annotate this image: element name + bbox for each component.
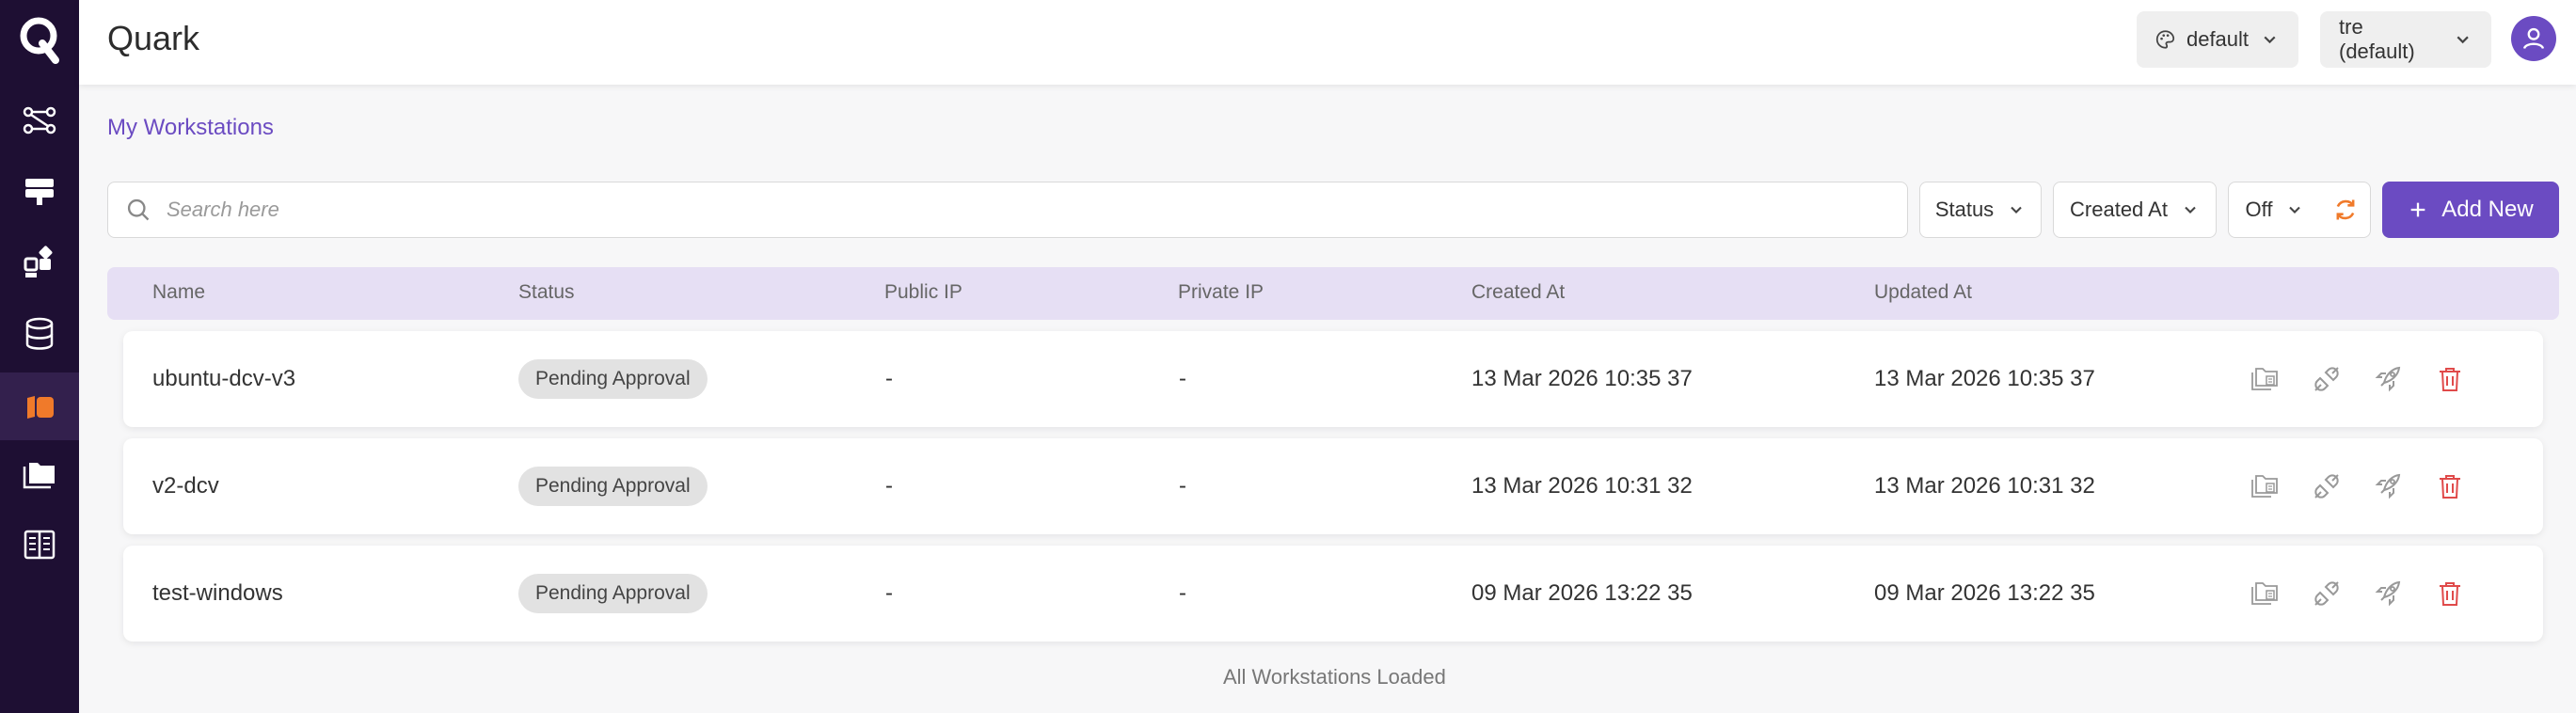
search-input[interactable]: [167, 198, 1860, 222]
public-ip: -: [885, 473, 893, 499]
nav-item-apps[interactable]: [0, 229, 79, 296]
delete-button[interactable]: [2432, 361, 2468, 397]
chevron-down-icon: [2185, 206, 2196, 214]
launch-button[interactable]: [2370, 361, 2406, 397]
project-label: tre (default): [2339, 15, 2415, 63]
launch-button[interactable]: [2370, 576, 2406, 611]
workstation-name: test-windows: [152, 580, 283, 606]
file-details-button[interactable]: [2247, 576, 2282, 611]
connect-icon: [2314, 367, 2339, 391]
delete-icon: [2440, 582, 2460, 606]
connect-button[interactable]: [2309, 361, 2345, 397]
table-header: Name Status Public IP Private IP Created…: [107, 267, 2559, 320]
search-bar: [107, 182, 1908, 238]
workstation-name: ubuntu-dcv-v3: [152, 366, 296, 391]
project-dropdown[interactable]: tre (default): [2320, 11, 2491, 68]
status-filter-label: Status: [1934, 198, 1995, 221]
private-ip: -: [1179, 473, 1186, 499]
nav-item-compute[interactable]: [0, 157, 79, 225]
theme-dropdown[interactable]: default: [2137, 11, 2298, 68]
nav-item-workstations[interactable]: [0, 372, 79, 440]
connect-button[interactable]: [2309, 576, 2345, 611]
chevron-down-icon: [2011, 206, 2022, 214]
refresh-icon: [2336, 199, 2354, 220]
chevron-down-icon: [2264, 36, 2276, 44]
file-details-icon: [2251, 582, 2278, 605]
nav-item-files[interactable]: [0, 441, 79, 509]
launch-icon: [2375, 473, 2401, 499]
file-details-icon: [2251, 368, 2278, 390]
breadcrumb[interactable]: My Workstations: [107, 115, 274, 141]
table-row[interactable]: ubuntu-dcv-v3 Pending Approval - - 13 Ma…: [123, 331, 2543, 427]
database-icon: [25, 317, 54, 350]
column-header-updated-at: Updated At: [1874, 281, 1972, 303]
created-at: 13 Mar 2026 10:31 32: [1471, 473, 1693, 499]
connect-icon: [2314, 474, 2339, 499]
nav-item-notebooks[interactable]: [0, 511, 79, 578]
table-row[interactable]: test-windows Pending Approval - - 09 Mar…: [123, 546, 2543, 642]
public-ip: -: [885, 580, 893, 606]
file-details-button[interactable]: [2247, 468, 2282, 504]
column-header-created-at: Created At: [1471, 281, 1566, 303]
private-ip: -: [1179, 580, 1186, 606]
created-filter-label: Created At: [2070, 198, 2168, 221]
quark-logo[interactable]: [0, 8, 79, 71]
delete-button[interactable]: [2432, 468, 2468, 504]
list-footer-status: All Workstations Loaded: [1223, 665, 1446, 689]
launch-icon: [2375, 580, 2401, 607]
workstation-name: v2-dcv: [152, 473, 219, 499]
status-badge: Pending Approval: [518, 574, 708, 613]
chevron-down-icon: [2457, 36, 2469, 44]
q-logo-icon: [20, 17, 59, 64]
add-new-button[interactable]: Add New: [2382, 182, 2559, 238]
auto-refresh-label: Off: [2245, 198, 2273, 221]
app-title: Quark: [107, 19, 200, 57]
delete-icon: [2440, 475, 2460, 499]
file-details-button[interactable]: [2247, 361, 2282, 397]
add-new-label: Add New: [2441, 197, 2534, 222]
column-header-status: Status: [518, 281, 575, 303]
nav-item-databases[interactable]: [0, 300, 79, 368]
plus-icon: [2410, 202, 2425, 217]
public-ip: -: [885, 366, 893, 391]
table-row[interactable]: v2-dcv Pending Approval - - 13 Mar 2026 …: [123, 438, 2543, 534]
delete-button[interactable]: [2432, 576, 2468, 611]
sidebar: [0, 0, 79, 713]
auto-refresh-dropdown[interactable]: Off: [2228, 182, 2322, 238]
column-header-name: Name: [152, 281, 206, 303]
status-badge: Pending Approval: [518, 359, 708, 399]
created-at: 09 Mar 2026 13:22 35: [1471, 580, 1693, 606]
status-badge: Pending Approval: [518, 467, 708, 506]
created-at: 13 Mar 2026 10:35 37: [1471, 366, 1693, 391]
nav-item-workflows[interactable]: [0, 87, 79, 154]
palette-icon: [2155, 30, 2175, 49]
column-header-public-ip: Public IP: [884, 281, 962, 303]
connect-icon: [2314, 581, 2339, 606]
user-avatar[interactable]: [2511, 16, 2556, 61]
compute-icon: [25, 179, 54, 205]
updated-at: 09 Mar 2026 13:22 35: [1874, 580, 2095, 606]
status-filter[interactable]: Status: [1919, 182, 2042, 238]
theme-label: default: [2186, 27, 2250, 51]
file-details-icon: [2251, 475, 2278, 498]
refresh-button[interactable]: [2320, 182, 2371, 238]
private-ip: -: [1179, 366, 1186, 391]
delete-icon: [2440, 368, 2460, 391]
column-header-private-ip: Private IP: [1178, 281, 1264, 303]
updated-at: 13 Mar 2026 10:35 37: [1874, 366, 2095, 391]
folder-icon: [23, 463, 55, 489]
connect-button[interactable]: [2309, 468, 2345, 504]
apps-icon: [24, 246, 53, 277]
search-icon: [127, 198, 150, 221]
user-icon: [2522, 27, 2545, 50]
workflow-icon: [23, 106, 56, 135]
notebook-icon: [24, 530, 56, 560]
updated-at: 13 Mar 2026 10:31 32: [1874, 473, 2095, 499]
workstation-icon: [27, 396, 54, 419]
created-at-filter[interactable]: Created At: [2053, 182, 2217, 238]
launch-button[interactable]: [2370, 468, 2406, 504]
top-bar: Quark default tre (default): [79, 0, 2576, 85]
chevron-down-icon: [2289, 206, 2301, 214]
launch-icon: [2375, 366, 2401, 392]
